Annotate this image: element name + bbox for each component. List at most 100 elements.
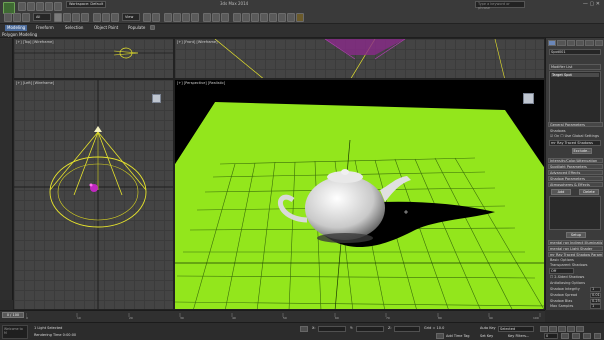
graphite-toggle-icon[interactable] [242, 13, 250, 22]
y-coord-field[interactable] [356, 326, 384, 332]
current-frame-field[interactable]: 0 [544, 333, 558, 339]
set-key-button[interactable]: Set Key [480, 334, 493, 338]
modify-tab-icon[interactable] [557, 40, 566, 46]
link-icon[interactable] [4, 13, 12, 22]
two-sided-shadows-checkbox[interactable]: ☐ 2-Sided Shadows [550, 275, 584, 279]
modifier-list-dropdown[interactable]: Modifier List [549, 64, 601, 70]
utilities-tab-icon[interactable] [594, 40, 603, 46]
rotate-icon[interactable] [102, 13, 110, 22]
maximize-viewport-icon[interactable] [594, 333, 601, 339]
named-selection-icon[interactable] [203, 13, 211, 22]
shadow-type-dropdown[interactable]: mr Ray Traced Shadows [549, 140, 601, 146]
viewport-top[interactable]: [+] [Top] [Wireframe] [13, 38, 174, 79]
x-coord-field[interactable] [318, 326, 346, 332]
next-frame-icon[interactable] [567, 326, 575, 332]
reference-coord-dropdown[interactable]: View [122, 13, 140, 21]
select-by-name-icon[interactable] [63, 13, 71, 22]
atmospheres-list[interactable] [549, 196, 601, 230]
lock-selection-icon[interactable] [300, 326, 308, 332]
snaps-toggle-icon[interactable] [164, 13, 172, 22]
create-tab-icon[interactable] [548, 40, 557, 46]
mirror-icon[interactable] [212, 13, 220, 22]
goto-end-icon[interactable] [576, 326, 584, 332]
selection-filter-dropdown[interactable]: All [33, 13, 51, 21]
tab-freeform[interactable]: Freeform [36, 25, 54, 31]
setup-button[interactable]: Setup [566, 232, 586, 238]
viewport-perspective[interactable]: [+] [Perspective] [Realistic] [174, 79, 545, 310]
angle-snap-icon[interactable] [173, 13, 181, 22]
rect-selection-icon[interactable] [72, 13, 80, 22]
add-time-tag-icon[interactable] [436, 333, 444, 339]
bind-space-warp-icon[interactable] [22, 13, 30, 22]
scale-icon[interactable] [111, 13, 119, 22]
tab-populate[interactable]: Populate [128, 25, 145, 31]
undo-icon[interactable] [45, 2, 53, 11]
move-icon[interactable] [93, 13, 101, 22]
search-input[interactable]: Type a keyword or phrase [475, 1, 525, 10]
delete-button[interactable]: Delete [579, 189, 599, 195]
save-file-icon[interactable] [36, 2, 44, 11]
viewport-label-top[interactable]: [+] [Top] [Wireframe] [16, 40, 54, 44]
rollout-spotlight[interactable]: Spotlight Parameters [548, 164, 603, 169]
rollout-general-parameters[interactable]: General Parameters [548, 122, 603, 127]
viewport-label-left[interactable]: [+] [Left] [Wireframe] [16, 81, 54, 85]
spinner-snap-icon[interactable] [191, 13, 199, 22]
shadows-on-checkbox[interactable]: ☑ On ☐ Use Global Settings [550, 134, 599, 138]
play-icon[interactable] [558, 326, 566, 332]
schematic-view-icon[interactable] [260, 13, 268, 22]
key-mode-dropdown[interactable]: Selected [498, 326, 534, 332]
rollout-intensity[interactable]: Intensity/Color/Attenuation [548, 158, 603, 163]
render-production-icon[interactable] [296, 13, 304, 22]
viewport-left[interactable]: [+] [Left] [Wireframe] [13, 79, 174, 310]
max-samples-input[interactable]: 1 [590, 304, 601, 309]
tab-modeling[interactable]: Modeling [5, 25, 28, 31]
key-filters-button[interactable]: Key Filters... [508, 334, 529, 338]
time-config-icon[interactable] [561, 333, 569, 339]
prev-frame-icon[interactable] [549, 326, 557, 332]
window-crossing-icon[interactable] [81, 13, 89, 22]
tab-object-paint[interactable]: Object Paint [94, 25, 118, 31]
viewport-label-perspective[interactable]: [+] [Perspective] [Realistic] [177, 81, 225, 85]
auto-key-button[interactable]: Auto Key [480, 326, 496, 330]
rollout-atmospheres[interactable]: Atmospheres & Effects [548, 182, 603, 187]
exclude-button[interactable]: Exclude... [572, 148, 592, 154]
maxscript-listener[interactable]: Welcome to M [2, 325, 28, 339]
render-frame-icon[interactable] [287, 13, 295, 22]
select-manipulate-icon[interactable] [152, 13, 160, 22]
percent-snap-icon[interactable] [182, 13, 190, 22]
viewport-front[interactable]: [+] [Front] [Wireframe] [174, 38, 545, 79]
ribbon-panel-label[interactable]: Polygon Modeling [2, 32, 37, 37]
rollout-mr-ray-traced-params[interactable]: mr Ray Traced Shadow Params [548, 252, 603, 257]
material-editor-icon[interactable] [269, 13, 277, 22]
rollout-mr-indirect[interactable]: mental ray Indirect Illumination [548, 240, 603, 245]
orbit-icon[interactable] [583, 333, 591, 339]
hierarchy-tab-icon[interactable] [566, 40, 575, 46]
stack-item-target-spot[interactable]: Target Spot [551, 73, 599, 77]
unlink-icon[interactable] [13, 13, 21, 22]
render-setup-icon[interactable] [278, 13, 286, 22]
curve-editor-icon[interactable] [251, 13, 259, 22]
shadow-spread-input[interactable]: 0.01 [590, 293, 601, 298]
rollout-advanced-effects[interactable]: Advanced Effects [548, 170, 603, 175]
rollout-shadow-parameters[interactable]: Shadow Parameters [548, 176, 603, 181]
select-object-icon[interactable] [54, 13, 62, 22]
tab-selection[interactable]: Selection [65, 25, 83, 31]
z-coord-field[interactable] [394, 326, 420, 332]
workspace-dropdown[interactable]: Workspace: Default [66, 1, 106, 8]
open-file-icon[interactable] [27, 2, 35, 11]
time-slider[interactable]: 0 / 100 [2, 312, 24, 318]
shadow-integrity-input[interactable]: 1 [590, 287, 601, 292]
zoom-icon[interactable] [572, 333, 580, 339]
ribbon-options-icon[interactable] [150, 25, 155, 30]
add-time-tag[interactable]: Add Time Tag [446, 334, 470, 338]
redo-icon[interactable] [54, 2, 62, 11]
motion-tab-icon[interactable] [575, 40, 585, 46]
pivot-center-icon[interactable] [143, 13, 151, 22]
transparent-shadows-dropdown[interactable]: Off [549, 268, 574, 274]
rollout-mr-shader[interactable]: mental ray Light Shader [548, 246, 603, 251]
goto-start-icon[interactable] [540, 326, 548, 332]
new-file-icon[interactable] [18, 2, 26, 11]
layer-manager-icon[interactable] [233, 13, 241, 22]
add-button[interactable]: Add [551, 189, 571, 195]
object-name-field[interactable]: Spot001 [549, 49, 601, 55]
